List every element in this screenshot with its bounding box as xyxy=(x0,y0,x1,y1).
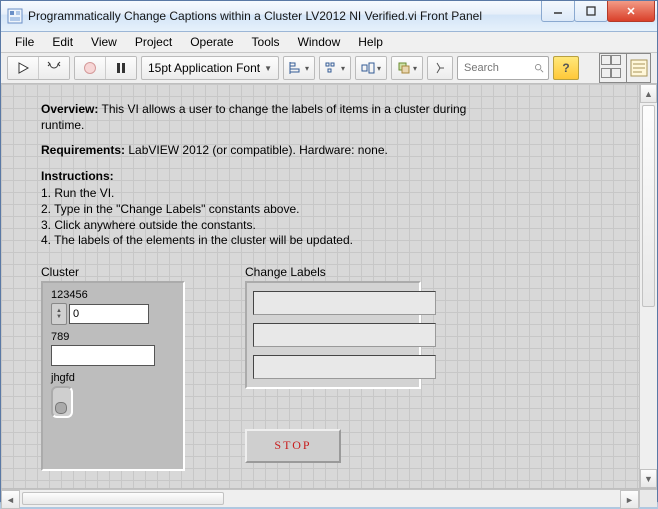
run-continuous-button[interactable] xyxy=(39,57,69,79)
boolean-label: jhgfd xyxy=(51,372,175,384)
numeric-spinner[interactable]: ▲▼ xyxy=(51,303,67,325)
scroll-track[interactable] xyxy=(640,103,657,469)
overview-text: Overview: This VI allows a user to chang… xyxy=(41,102,491,249)
menu-view[interactable]: View xyxy=(83,32,125,52)
scroll-down-button[interactable]: ▼ xyxy=(640,469,657,488)
change-labels-array[interactable] xyxy=(245,281,421,389)
scroll-up-button[interactable]: ▲ xyxy=(640,84,657,103)
menu-tools[interactable]: Tools xyxy=(244,32,288,52)
vertical-scrollbar[interactable]: ▲ ▼ xyxy=(639,84,657,488)
numeric-label: 123456 xyxy=(51,289,175,301)
menubar: File Edit View Project Operate Tools Win… xyxy=(1,32,657,53)
change-labels-input-0[interactable] xyxy=(253,291,436,315)
toolbar: 15pt Application Font ▼ ▾ ▾ ▾ ▾ xyxy=(1,53,657,84)
search-input[interactable] xyxy=(462,61,534,75)
change-labels-title: Change Labels xyxy=(245,265,421,279)
string-input[interactable] xyxy=(51,345,155,366)
menu-window[interactable]: Window xyxy=(290,32,349,52)
boolean-switch[interactable] xyxy=(51,386,73,418)
stop-button[interactable]: STOP xyxy=(245,429,341,463)
numeric-control[interactable]: ▲▼ xyxy=(51,303,175,325)
change-labels-section: Change Labels STOP xyxy=(245,265,421,471)
scroll-thumb-h[interactable] xyxy=(22,492,224,505)
scroll-right-button[interactable]: ► xyxy=(620,490,639,509)
abort-group xyxy=(74,56,137,80)
resize-group: ▾ xyxy=(355,56,387,80)
distribute-objects-button[interactable]: ▾ xyxy=(320,57,350,79)
minimize-button[interactable] xyxy=(541,1,575,22)
cluster-section: Cluster 123456 ▲▼ 789 jhgfd xyxy=(41,265,185,471)
menu-file[interactable]: File xyxy=(7,32,42,52)
cluster-title: Cluster xyxy=(41,265,185,279)
menu-operate[interactable]: Operate xyxy=(182,32,241,52)
scroll-left-button[interactable]: ◄ xyxy=(1,490,20,509)
enter-text-button[interactable] xyxy=(428,57,452,79)
menu-help[interactable]: Help xyxy=(350,32,391,52)
font-label: 15pt Application Font xyxy=(148,61,260,75)
reorder-group: ▾ xyxy=(391,56,423,80)
string-label: 789 xyxy=(51,331,175,343)
instruction-step: 3. Click anywhere outside the constants. xyxy=(41,218,491,234)
resize-objects-button[interactable]: ▾ xyxy=(356,57,386,79)
reorder-button[interactable]: ▾ xyxy=(392,57,422,79)
scroll-track-h[interactable] xyxy=(20,490,620,507)
vi-icon xyxy=(627,54,650,82)
pause-button[interactable] xyxy=(106,57,136,79)
align-group: ▾ xyxy=(283,56,315,80)
context-help-button[interactable]: ? xyxy=(553,56,579,80)
distribute-group: ▾ xyxy=(319,56,351,80)
instruction-step: 4. The labels of the elements in the clu… xyxy=(41,233,491,249)
window-title: Programmatically Change Captions within … xyxy=(28,9,542,23)
chevron-down-icon: ▼ xyxy=(264,64,272,73)
scroll-thumb[interactable] xyxy=(642,105,655,307)
text-settings-dropdown[interactable]: 15pt Application Font ▼ xyxy=(141,56,279,80)
run-button[interactable] xyxy=(8,57,39,79)
history-group xyxy=(427,56,453,80)
abort-button[interactable] xyxy=(75,57,106,79)
window-buttons: ✕ xyxy=(542,1,655,31)
instruction-step: 2. Type in the "Change Labels" constants… xyxy=(41,202,491,218)
menu-project[interactable]: Project xyxy=(127,32,180,52)
close-button[interactable]: ✕ xyxy=(607,1,655,22)
align-objects-button[interactable]: ▾ xyxy=(284,57,314,79)
cluster-control[interactable]: 123456 ▲▼ 789 jhgfd xyxy=(41,281,185,471)
numeric-input[interactable] xyxy=(69,304,149,324)
horizontal-scrollbar[interactable]: ◄ ► xyxy=(1,489,657,507)
change-labels-input-1[interactable] xyxy=(253,323,436,347)
maximize-button[interactable] xyxy=(574,1,608,22)
change-labels-input-2[interactable] xyxy=(253,355,436,379)
titlebar: Programmatically Change Captions within … xyxy=(1,1,657,32)
search-icon xyxy=(534,62,544,74)
instruction-step: 1. Run the VI. xyxy=(41,186,491,202)
menu-edit[interactable]: Edit xyxy=(44,32,81,52)
front-panel-area: Overview: This VI allows a user to chang… xyxy=(1,84,657,489)
front-panel[interactable]: Overview: This VI allows a user to chang… xyxy=(1,84,640,488)
connector-pane[interactable] xyxy=(599,53,651,83)
scroll-corner xyxy=(639,490,657,507)
app-icon xyxy=(7,8,23,24)
app-window: Programmatically Change Captions within … xyxy=(0,0,658,502)
run-group xyxy=(7,56,70,80)
search-box[interactable] xyxy=(457,56,549,80)
